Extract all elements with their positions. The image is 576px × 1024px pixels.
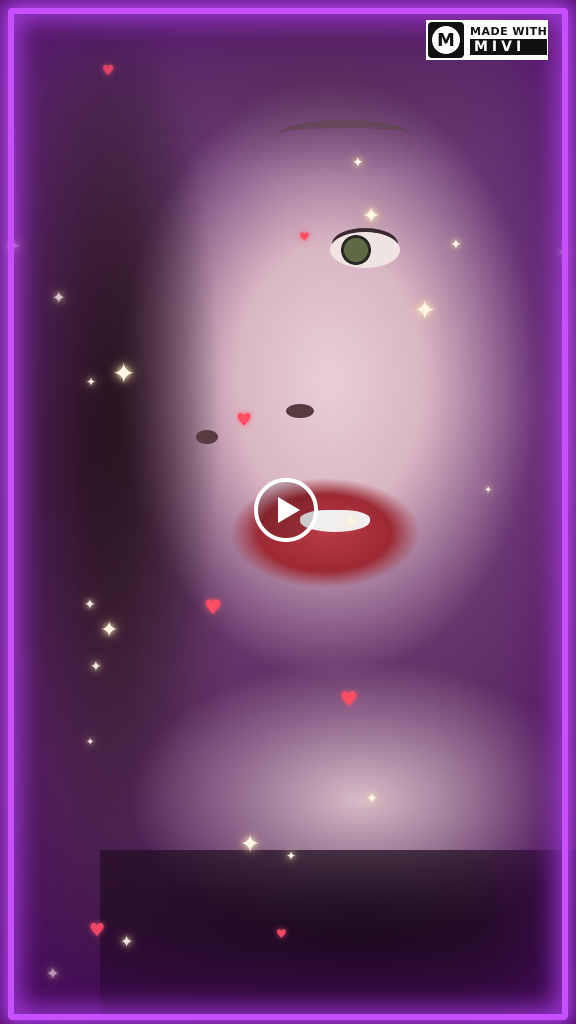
- watermark-line2: MIVI: [470, 39, 548, 55]
- watermark-line1: MADE WITH: [470, 25, 548, 38]
- play-icon: [278, 497, 300, 523]
- made-with-mivi-watermark: M MADE WITH MIVI: [426, 20, 548, 60]
- logo-letter: M: [432, 26, 460, 54]
- play-button[interactable]: [254, 478, 318, 542]
- mivi-logo-icon: M: [428, 22, 464, 58]
